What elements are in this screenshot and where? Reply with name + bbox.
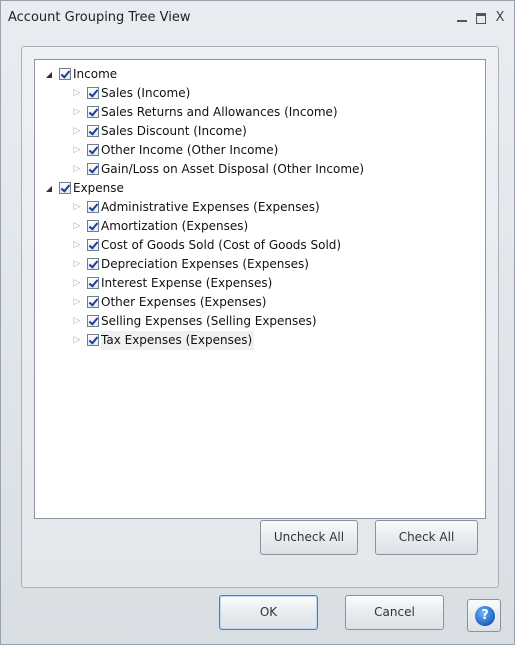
tree-node-sales-returns[interactable]: ▷ Sales Returns and Allowances (Income) xyxy=(41,103,338,122)
close-icon[interactable]: X xyxy=(491,10,509,26)
checkbox-checked-icon[interactable] xyxy=(59,182,71,194)
triangle-collapsed-icon[interactable]: ▷ xyxy=(71,160,83,179)
checkbox-checked-icon[interactable] xyxy=(87,201,99,213)
uncheck-all-button[interactable]: Uncheck All xyxy=(260,520,358,555)
checkbox-checked-icon[interactable] xyxy=(87,87,99,99)
triangle-collapsed-icon[interactable]: ▷ xyxy=(71,312,83,331)
checkbox-checked-icon[interactable] xyxy=(87,144,99,156)
tree-node-label: Income xyxy=(73,67,118,81)
tree-node-label: Amortization (Expenses) xyxy=(101,219,249,233)
tree-node-label: Cost of Goods Sold (Cost of Goods Sold) xyxy=(101,238,342,252)
maximize-icon[interactable] xyxy=(472,10,490,26)
cancel-button[interactable]: Cancel xyxy=(345,595,444,630)
tree-node-other-expenses[interactable]: ▷ Other Expenses (Expenses) xyxy=(41,293,267,312)
tree-node-depreciation[interactable]: ▷ Depreciation Expenses (Expenses) xyxy=(41,255,309,274)
tree-node-income[interactable]: ◢ Income xyxy=(41,65,117,84)
tree-node-gain-loss[interactable]: ▷ Gain/Loss on Asset Disposal (Other Inc… xyxy=(41,160,365,179)
checkbox-checked-icon[interactable] xyxy=(87,239,99,251)
checkbox-checked-icon[interactable] xyxy=(87,277,99,289)
checkbox-checked-icon[interactable] xyxy=(87,163,99,175)
tree-node-interest[interactable]: ▷ Interest Expense (Expenses) xyxy=(41,274,273,293)
triangle-collapsed-icon[interactable]: ▷ xyxy=(71,122,83,141)
title-bar[interactable]: Account Grouping Tree View X xyxy=(1,1,514,35)
checkbox-checked-icon[interactable] xyxy=(87,296,99,308)
tree-node-label: Administrative Expenses (Expenses) xyxy=(101,200,320,214)
triangle-collapsed-icon[interactable]: ▷ xyxy=(71,103,83,122)
checkbox-checked-icon[interactable] xyxy=(87,315,99,327)
checkbox-checked-icon[interactable] xyxy=(59,68,71,80)
triangle-collapsed-icon[interactable]: ▷ xyxy=(71,331,83,350)
tree-node-label: Selling Expenses (Selling Expenses) xyxy=(101,314,317,328)
checkbox-checked-icon[interactable] xyxy=(87,258,99,270)
triangle-collapsed-icon[interactable]: ▷ xyxy=(71,293,83,312)
tree-node-administrative[interactable]: ▷ Administrative Expenses (Expenses) xyxy=(41,198,320,217)
help-icon: ? xyxy=(475,606,495,626)
tree-node-sales-income[interactable]: ▷ Sales (Income) xyxy=(41,84,191,103)
tree-node-amortization[interactable]: ▷ Amortization (Expenses) xyxy=(41,217,249,236)
triangle-collapsed-icon[interactable]: ▷ xyxy=(71,236,83,255)
checkbox-checked-icon[interactable] xyxy=(87,125,99,137)
triangle-expanded-icon[interactable]: ◢ xyxy=(43,65,55,84)
tree-node-label: Sales Discount (Income) xyxy=(101,124,247,138)
tree-node-expense[interactable]: ◢ Expense xyxy=(41,179,124,198)
tree-node-cogs[interactable]: ▷ Cost of Goods Sold (Cost of Goods Sold… xyxy=(41,236,342,255)
triangle-expanded-icon[interactable]: ◢ xyxy=(43,179,55,198)
tree-node-label: Depreciation Expenses (Expenses) xyxy=(101,257,309,271)
check-all-button[interactable]: Check All xyxy=(375,520,478,555)
tree-node-label: Sales (Income) xyxy=(101,86,191,100)
checkbox-checked-icon[interactable] xyxy=(87,106,99,118)
tree-node-selling[interactable]: ▷ Selling Expenses (Selling Expenses) xyxy=(41,312,317,331)
triangle-collapsed-icon[interactable]: ▷ xyxy=(71,84,83,103)
tree-node-label: Expense xyxy=(73,181,124,195)
triangle-collapsed-icon[interactable]: ▷ xyxy=(71,141,83,160)
account-tree[interactable]: ◢ Income ▷ Sales (Income) ▷ Sales Return… xyxy=(34,59,486,519)
tree-node-label: Interest Expense (Expenses) xyxy=(101,276,273,290)
ok-button[interactable]: OK xyxy=(219,595,318,630)
tree-nodes: ◢ Income ▷ Sales (Income) ▷ Sales Return… xyxy=(41,65,365,350)
checkbox-checked-icon[interactable] xyxy=(87,334,99,346)
tree-node-label: Other Income (Other Income) xyxy=(101,143,279,157)
tree-node-tax[interactable]: ▷ Tax Expenses (Expenses) xyxy=(41,331,255,350)
tree-node-label: Gain/Loss on Asset Disposal (Other Incom… xyxy=(101,162,365,176)
triangle-collapsed-icon[interactable]: ▷ xyxy=(71,198,83,217)
tree-node-label: Other Expenses (Expenses) xyxy=(101,295,267,309)
tree-node-label: Sales Returns and Allowances (Income) xyxy=(101,105,338,119)
window-title: Account Grouping Tree View xyxy=(8,10,191,25)
minimize-icon[interactable] xyxy=(453,10,471,26)
tree-node-other-income[interactable]: ▷ Other Income (Other Income) xyxy=(41,141,279,160)
tree-node-label: Tax Expenses (Expenses) xyxy=(101,331,255,350)
triangle-collapsed-icon[interactable]: ▷ xyxy=(71,255,83,274)
triangle-collapsed-icon[interactable]: ▷ xyxy=(71,274,83,293)
triangle-collapsed-icon[interactable]: ▷ xyxy=(71,217,83,236)
tree-panel: ◢ Income ▷ Sales (Income) ▷ Sales Return… xyxy=(21,46,499,588)
checkbox-checked-icon[interactable] xyxy=(87,220,99,232)
help-button[interactable]: ? xyxy=(467,599,501,632)
dialog-window: Account Grouping Tree View X ◢ Income ▷ … xyxy=(0,0,515,645)
tree-node-sales-discount[interactable]: ▷ Sales Discount (Income) xyxy=(41,122,247,141)
